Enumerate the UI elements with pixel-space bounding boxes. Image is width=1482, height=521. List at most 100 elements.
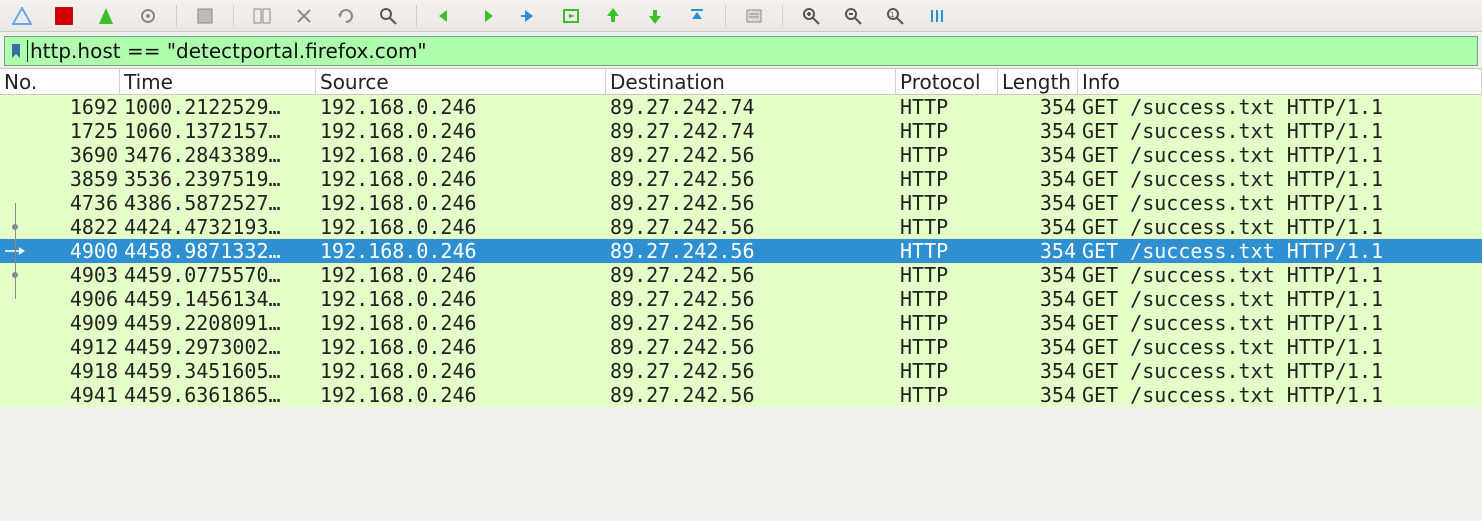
cell-info: GET /success.txt HTTP/1.1 (1078, 383, 1482, 407)
cell-len: 354 (998, 119, 1078, 143)
cell-no: 3690 (0, 143, 120, 167)
zoom-reset-icon[interactable]: 1 (881, 4, 909, 28)
table-row[interactable]: 49034459.0775570…192.168.0.24689.27.242.… (0, 263, 1482, 287)
table-row[interactable]: 49414459.6361865…192.168.0.24689.27.242.… (0, 383, 1482, 407)
cell-info: GET /success.txt HTTP/1.1 (1078, 287, 1482, 311)
table-row[interactable]: 49124459.2973002…192.168.0.24689.27.242.… (0, 335, 1482, 359)
cell-info: GET /success.txt HTTP/1.1 (1078, 143, 1482, 167)
cell-info: GET /success.txt HTTP/1.1 (1078, 335, 1482, 359)
cell-time: 3476.2843389… (120, 143, 316, 167)
cell-proto: HTTP (896, 215, 998, 239)
cell-time: 1000.2122529… (120, 95, 316, 119)
cell-dst: 89.27.242.56 (606, 263, 896, 287)
display-filter-input[interactable] (30, 39, 1477, 63)
col-header-length[interactable]: Length (998, 69, 1078, 94)
find-icon[interactable] (374, 4, 402, 28)
zoom-in-icon[interactable] (797, 4, 825, 28)
cell-len: 354 (998, 263, 1078, 287)
col-header-destination[interactable]: Destination (606, 69, 896, 94)
filter-box[interactable] (4, 36, 1478, 66)
cell-proto: HTTP (896, 383, 998, 407)
cell-dst: 89.27.242.56 (606, 335, 896, 359)
toolbar-separator (233, 5, 234, 27)
cell-src: 192.168.0.246 (316, 95, 606, 119)
zoom-out-icon[interactable] (839, 4, 867, 28)
col-header-info[interactable]: Info (1078, 69, 1482, 94)
cell-dst: 89.27.242.74 (606, 119, 896, 143)
cell-time: 4459.1456134… (120, 287, 316, 311)
cell-time: 4386.5872527… (120, 191, 316, 215)
cell-dst: 89.27.242.74 (606, 95, 896, 119)
col-header-protocol[interactable]: Protocol (896, 69, 998, 94)
layout1-icon[interactable] (248, 4, 276, 28)
stop-icon[interactable] (50, 4, 78, 28)
cell-time: 4459.3451605… (120, 359, 316, 383)
resize-cols-icon[interactable] (923, 4, 951, 28)
close-icon[interactable] (290, 4, 318, 28)
table-row[interactable]: 38593536.2397519…192.168.0.24689.27.242.… (0, 167, 1482, 191)
packet-list-body[interactable]: 16921000.2122529…192.168.0.24689.27.242.… (0, 95, 1482, 407)
cell-src: 192.168.0.246 (316, 383, 606, 407)
cell-len: 354 (998, 95, 1078, 119)
col-header-source[interactable]: Source (316, 69, 606, 94)
back-icon[interactable] (431, 4, 459, 28)
cell-len: 354 (998, 383, 1078, 407)
cell-proto: HTTP (896, 263, 998, 287)
cell-len: 354 (998, 167, 1078, 191)
cell-proto: HTTP (896, 167, 998, 191)
cell-no: 4909 (0, 311, 120, 335)
goto-icon[interactable] (557, 4, 585, 28)
table-row[interactable]: 49184459.3451605…192.168.0.24689.27.242.… (0, 359, 1482, 383)
cell-proto: HTTP (896, 143, 998, 167)
cell-no: 4822 (0, 215, 120, 239)
cell-proto: HTTP (896, 239, 998, 263)
save-icon[interactable] (191, 4, 219, 28)
cell-proto: HTTP (896, 287, 998, 311)
col-header-time[interactable]: Time (120, 69, 316, 94)
cell-info: GET /success.txt HTTP/1.1 (1078, 263, 1482, 287)
table-row[interactable]: 36903476.2843389…192.168.0.24689.27.242.… (0, 143, 1482, 167)
cell-time: 4459.2973002… (120, 335, 316, 359)
restart-icon[interactable] (92, 4, 120, 28)
cell-time: 4459.2208091… (120, 311, 316, 335)
cell-dst: 89.27.242.56 (606, 239, 896, 263)
options-icon[interactable] (134, 4, 162, 28)
top-icon[interactable] (683, 4, 711, 28)
autoscroll-icon[interactable] (740, 4, 768, 28)
cell-len: 354 (998, 287, 1078, 311)
bookmark-icon[interactable] (9, 42, 23, 60)
cell-no: 4900 (0, 239, 120, 263)
table-row[interactable]: 48224424.4732193…192.168.0.24689.27.242.… (0, 215, 1482, 239)
cell-time: 4458.9871332… (120, 239, 316, 263)
cell-src: 192.168.0.246 (316, 311, 606, 335)
cell-time: 4459.6361865… (120, 383, 316, 407)
cell-no: 4918 (0, 359, 120, 383)
table-row[interactable]: 16921000.2122529…192.168.0.24689.27.242.… (0, 95, 1482, 119)
table-row[interactable]: 49064459.1456134…192.168.0.24689.27.242.… (0, 287, 1482, 311)
cell-info: GET /success.txt HTTP/1.1 (1078, 191, 1482, 215)
shark-icon[interactable] (8, 4, 36, 28)
toolbar-separator (416, 5, 417, 27)
table-row[interactable]: 47364386.5872527…192.168.0.24689.27.242.… (0, 191, 1482, 215)
cell-src: 192.168.0.246 (316, 335, 606, 359)
col-header-no[interactable]: No. (0, 69, 120, 94)
jump-icon[interactable] (515, 4, 543, 28)
table-row[interactable]: 49004458.9871332…192.168.0.24689.27.242.… (0, 239, 1482, 263)
cell-proto: HTTP (896, 359, 998, 383)
cell-proto: HTTP (896, 335, 998, 359)
cell-len: 354 (998, 215, 1078, 239)
up-icon[interactable] (599, 4, 627, 28)
cell-proto: HTTP (896, 311, 998, 335)
cell-proto: HTTP (896, 95, 998, 119)
cell-no: 4903 (0, 263, 120, 287)
table-row[interactable]: 17251060.1372157…192.168.0.24689.27.242.… (0, 119, 1482, 143)
main-toolbar: 1 (0, 0, 1482, 32)
down-icon[interactable] (641, 4, 669, 28)
cell-info: GET /success.txt HTTP/1.1 (1078, 95, 1482, 119)
table-row[interactable]: 49094459.2208091…192.168.0.24689.27.242.… (0, 311, 1482, 335)
reload-icon[interactable] (332, 4, 360, 28)
forward-icon[interactable] (473, 4, 501, 28)
cell-time: 1060.1372157… (120, 119, 316, 143)
packet-list-header[interactable]: No. Time Source Destination Protocol Len… (0, 69, 1482, 95)
cell-src: 192.168.0.246 (316, 143, 606, 167)
